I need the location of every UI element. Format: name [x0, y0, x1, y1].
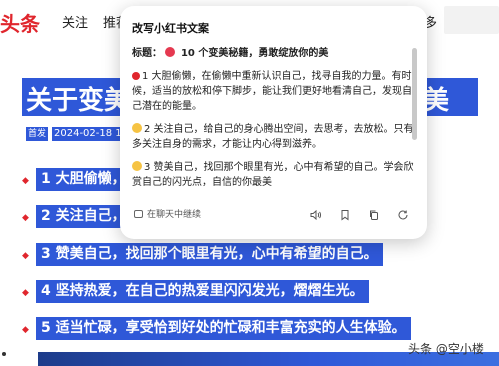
continue-in-chat-button[interactable]: 在聊天中继续: [130, 206, 209, 224]
top-right-area[interactable]: [444, 6, 499, 34]
generated-paragraph-1: 1 大胆偷懒，在偷懒中重新认识自己，找寻自我的力量。有时候，适当的放松和停下脚步…: [132, 69, 417, 114]
popup-footer: 在聊天中继续: [120, 201, 427, 239]
paragraph-4: 4 坚持热爱，在自己的热爱里闪闪发光，熠熠生光。: [36, 280, 369, 303]
title-text: 10 个变美秘籍，勇敢绽放你的美: [180, 48, 329, 59]
speaker-button[interactable]: [306, 205, 326, 225]
publish-date: 2024-02-18 1: [52, 127, 122, 141]
bookmark-icon: [341, 210, 349, 221]
first-publish-tag: 首发: [26, 127, 48, 141]
generated-paragraph-1-text: 1 大胆偷懒，在偷懒中重新认识自己，找寻自我的力量。有时候，适当的放松和停下脚步…: [132, 71, 412, 112]
bullet-diamond-icon: ◆: [22, 288, 29, 298]
continue-in-chat-label: 在聊天中继续: [147, 210, 202, 220]
list-dot: [2, 352, 6, 356]
generated-paragraph-3-text: 3 赞美自己，找回那个眼里有光，心中有希望的自己。学会欣赏自己的闪光点，自信的你…: [132, 162, 414, 188]
generated-paragraph-2: 2 关注自己，给自己的身心腾出空间，去思考，去放松。只有多关注自身的需求，才能让…: [132, 122, 417, 152]
paragraph-1: 1 大胆偷懒，: [36, 168, 131, 191]
bullet-diamond-icon: ◆: [22, 213, 29, 223]
heart-icon: [165, 47, 176, 57]
copy-icon: [370, 210, 378, 220]
site-logo[interactable]: 头条: [0, 8, 40, 37]
bullet-diamond-icon: ◆: [22, 325, 29, 335]
generated-paragraph-2-text: 2 关注自己，给自己的身心腾出空间，去思考，去放松。只有多关注自身的需求，才能让…: [132, 124, 414, 150]
article-headline: 关于变美: [26, 86, 131, 116]
title-prefix: 标题：: [132, 48, 162, 59]
rewrite-popup: 改写小红书文案 标题： 10 个变美秘籍，勇敢绽放你的美 1 大胆偷懒，在偷懒中…: [120, 6, 427, 239]
bullet-diamond-icon: ◆: [22, 176, 29, 186]
pushpin-icon: [132, 72, 140, 80]
popup-scrollbar[interactable]: [412, 48, 417, 140]
chat-icon: [134, 210, 143, 218]
relieved-face-icon: [132, 123, 142, 133]
popup-title: 改写小红书文案: [132, 22, 209, 35]
smiling-face-icon: [132, 161, 142, 171]
refresh-icon: [398, 210, 408, 220]
copy-button[interactable]: [364, 205, 384, 225]
bullet-diamond-icon: ◆: [22, 251, 29, 261]
author-watermark: 头条 @空小楼: [408, 342, 484, 356]
paragraph-2: 2 关注自己，: [36, 205, 131, 228]
bookmark-button[interactable]: [335, 205, 355, 225]
regenerate-button[interactable]: [393, 205, 413, 225]
paragraph-5: 5 适当忙碌，享受恰到好处的忙碌和丰富充实的人生体验。: [36, 317, 411, 340]
generated-title: 标题： 10 个变美秘籍，勇敢绽放你的美: [132, 46, 417, 61]
popup-content[interactable]: 标题： 10 个变美秘籍，勇敢绽放你的美 1 大胆偷懒，在偷懒中重新认识自己，找…: [132, 46, 417, 196]
nav-follow[interactable]: 关注: [62, 12, 88, 31]
paragraph-3: 3 赞美自己，找回那个眼里有光，心中有希望的自己。: [36, 243, 383, 266]
generated-paragraph-3: 3 赞美自己，找回那个眼里有光，心中有希望的自己。学会欣赏自己的闪光点，自信的你…: [132, 160, 417, 190]
speaker-icon: [310, 209, 322, 221]
